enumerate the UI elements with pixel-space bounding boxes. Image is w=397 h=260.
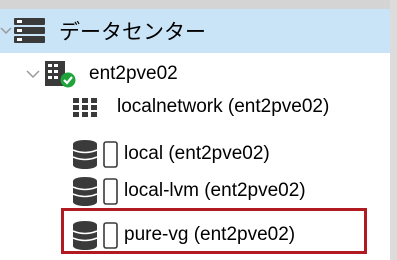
chevron-down-icon[interactable] (0, 23, 12, 39)
tree-item-label: ent2pve02 (89, 63, 178, 84)
tree-item-localnetwork[interactable]: localnetwork (ent2pve02) (0, 88, 329, 126)
header-strip (0, 0, 397, 9)
chevron-down-icon[interactable] (26, 66, 40, 82)
node-building-icon (43, 59, 79, 89)
scrollbar[interactable] (390, 0, 397, 260)
tree-item-local[interactable]: local (ent2pve02) (0, 135, 270, 173)
highlight-box (61, 208, 367, 254)
tree-item-label: データセンター (59, 21, 206, 44)
storage-icon (71, 139, 121, 169)
tree-item-local-lvm[interactable]: local-lvm (ent2pve02) (0, 172, 306, 210)
resource-tree-panel: データセンター ent2pve02 localnetwork (ent2pve0… (0, 0, 397, 260)
tree-item-label: localnetwork (ent2pve02) (117, 96, 330, 117)
tree-item-label: local (ent2pve02) (124, 143, 270, 164)
tree-item-label: local-lvm (ent2pve02) (124, 180, 306, 201)
server-stack-icon (13, 16, 47, 46)
storage-icon (71, 176, 121, 206)
tree-item-datacenter[interactable]: データセンター (0, 9, 390, 53)
network-grid-icon (72, 97, 102, 117)
tree-item-node[interactable]: ent2pve02 (0, 56, 178, 92)
